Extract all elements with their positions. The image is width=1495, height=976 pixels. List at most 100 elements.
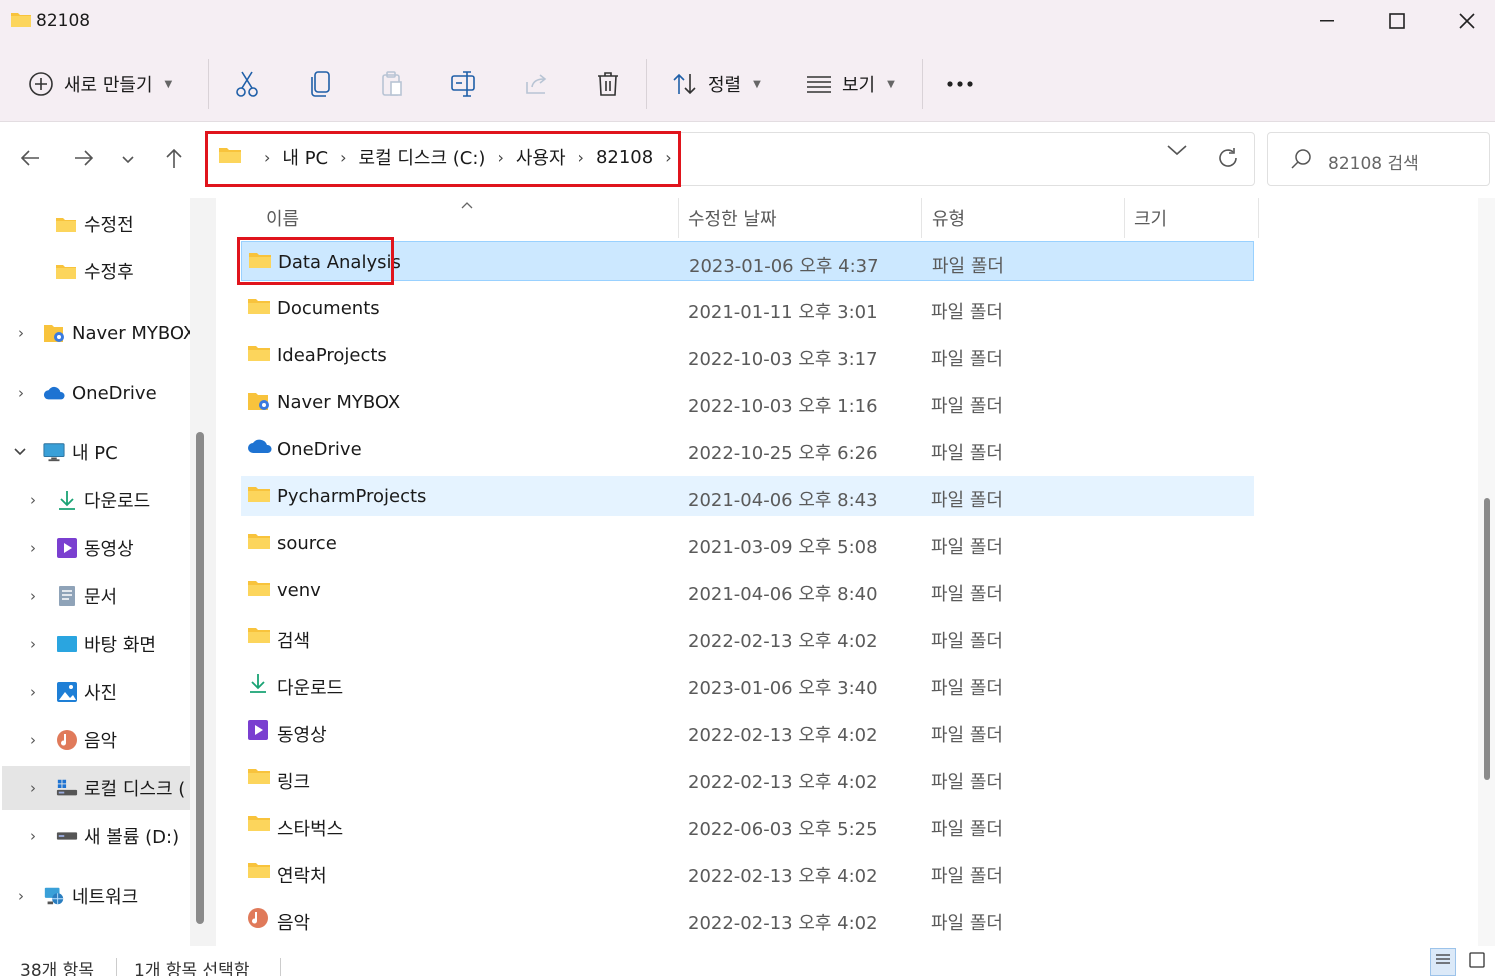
file-modified-date: 2022-10-25 오후 6:26 xyxy=(688,443,878,464)
file-row[interactable]: 동영상 2022-02-13 오후 4:02 파일 폴더 xyxy=(241,711,1254,751)
file-modified-date: 2023-01-06 오후 4:37 xyxy=(689,256,879,277)
file-list: 이름 수정한 날짜 유형 크기 Data Analysis 2023-01-06 … xyxy=(216,198,1478,946)
file-list-scrollbar-thumb[interactable] xyxy=(1484,498,1490,780)
desktop-icon xyxy=(56,633,78,655)
sidebar-item-pictures[interactable]: › 사진 xyxy=(0,670,188,714)
sidebar-item-downloads[interactable]: › 다운로드 xyxy=(0,478,188,522)
column-header-type[interactable]: 유형 xyxy=(932,198,965,238)
sidebar-item-label: 로컬 디스크 ( xyxy=(84,779,186,800)
drive-icon xyxy=(56,825,78,847)
sidebar-item-videos[interactable]: › 동영상 xyxy=(0,526,188,570)
scissors-icon xyxy=(234,70,260,98)
sidebar-item-local-disk[interactable]: › 로컬 디스크 ( xyxy=(2,766,190,810)
file-row[interactable]: 다운로드 2023-01-06 오후 3:40 파일 폴더 xyxy=(241,664,1254,704)
column-divider[interactable] xyxy=(678,198,679,238)
back-button[interactable] xyxy=(12,142,48,178)
up-button[interactable] xyxy=(156,142,192,178)
paste-button[interactable] xyxy=(380,64,404,104)
folder-icon xyxy=(247,625,271,647)
toolbar-divider xyxy=(646,59,647,109)
file-row[interactable]: 링크 2022-02-13 오후 4:02 파일 폴더 xyxy=(241,758,1254,798)
sidebar-item-music[interactable]: › 음악 xyxy=(0,718,188,762)
sidebar-item-onedrive[interactable]: › OneDrive xyxy=(0,371,188,415)
file-row[interactable]: OneDrive 2022-10-25 오후 6:26 파일 폴더 xyxy=(241,429,1254,469)
sidebar-item-network[interactable]: › 네트워크 xyxy=(0,874,188,918)
file-row[interactable]: 스타벅스 2022-06-03 오후 5:25 파일 폴더 xyxy=(241,805,1254,845)
sidebar-item-naver-mybox[interactable]: › Naver MYBOX xyxy=(0,311,190,355)
file-row[interactable]: IdeaProjects 2022-10-03 오후 3:17 파일 폴더 xyxy=(241,335,1254,375)
column-divider[interactable] xyxy=(921,198,922,238)
share-icon xyxy=(524,72,550,96)
close-button[interactable] xyxy=(1432,0,1495,42)
share-button[interactable] xyxy=(524,64,550,104)
folder-icon xyxy=(247,296,271,318)
file-name: 검색 xyxy=(277,631,311,652)
file-explorer-window: 82108 새로 만들기 ▼ 정렬 ▼ 보기 ▼ › 내 PC › 로컬 디스크… xyxy=(0,0,1495,976)
file-modified-date: 2022-02-13 오후 4:02 xyxy=(688,866,878,887)
new-button[interactable]: 새로 만들기 ▼ xyxy=(28,64,172,104)
view-button[interactable]: 보기 ▼ xyxy=(806,64,895,104)
sort-button[interactable]: 정렬 ▼ xyxy=(672,64,761,104)
file-row[interactable]: source 2021-03-09 오후 5:08 파일 폴더 xyxy=(241,523,1254,563)
column-header-size[interactable]: 크기 xyxy=(1134,198,1167,238)
download-icon xyxy=(247,672,271,694)
file-modified-date: 2021-03-09 오후 5:08 xyxy=(688,537,878,558)
file-highlight-box xyxy=(237,237,394,285)
sidebar-item-desktop[interactable]: › 바탕 화면 xyxy=(0,622,188,666)
chevron-down-icon: ▼ xyxy=(164,78,173,90)
plus-circle-icon xyxy=(28,71,54,97)
file-row[interactable]: PycharmProjects 2021-04-06 오후 8:43 파일 폴더 xyxy=(241,476,1254,516)
status-divider xyxy=(116,958,117,976)
file-type: 파일 폴더 xyxy=(931,490,1003,511)
column-header-name[interactable]: 이름 xyxy=(266,198,299,238)
file-modified-date: 2021-04-06 오후 8:43 xyxy=(688,490,878,511)
more-icon xyxy=(946,80,974,88)
file-row[interactable]: 검색 2022-02-13 오후 4:02 파일 폴더 xyxy=(241,617,1254,657)
large-icons-view-button[interactable] xyxy=(1464,948,1490,976)
sort-button-label: 정렬 xyxy=(708,75,742,96)
refresh-button[interactable] xyxy=(1216,146,1240,175)
file-row[interactable]: 음악 2022-02-13 오후 4:02 파일 폴더 xyxy=(241,899,1254,939)
search-input[interactable]: 82108 검색 xyxy=(1328,149,1419,174)
video-icon xyxy=(56,537,78,559)
rename-button[interactable] xyxy=(450,64,478,104)
sidebar-item-my-pc[interactable]: 내 PC xyxy=(0,430,188,474)
file-list-scrollbar[interactable] xyxy=(1478,198,1495,946)
address-history-button[interactable] xyxy=(1166,142,1188,162)
file-row[interactable]: 연락처 2022-02-13 오후 4:02 파일 폴더 xyxy=(241,852,1254,892)
more-options-button[interactable] xyxy=(946,64,974,104)
file-row[interactable]: venv 2021-04-06 오후 8:40 파일 폴더 xyxy=(241,570,1254,610)
file-type: 파일 폴더 xyxy=(931,913,1003,934)
file-modified-date: 2022-06-03 오후 5:25 xyxy=(688,819,878,840)
sidebar-item-new-volume[interactable]: › 새 볼륨 (D:) xyxy=(0,814,188,858)
arrow-right-icon xyxy=(74,149,94,172)
sidebar-item-before-edit[interactable]: 수정전 xyxy=(0,202,188,246)
navigation-pane: 수정전 수정후 › Naver MYBOX › OneDrive 내 PC › … xyxy=(0,198,190,946)
column-header-date[interactable]: 수정한 날짜 xyxy=(688,198,777,238)
folder-icon xyxy=(55,260,77,282)
mybox-folder-icon xyxy=(43,322,65,344)
copy-button[interactable] xyxy=(309,64,333,104)
toolbar-divider xyxy=(208,59,209,109)
column-divider[interactable] xyxy=(1124,198,1125,238)
chevron-down-icon: ▼ xyxy=(753,78,761,90)
new-button-label: 새로 만들기 xyxy=(64,75,153,96)
recent-locations-button[interactable] xyxy=(110,142,146,178)
search-box[interactable]: 82108 검색 xyxy=(1267,132,1490,186)
cut-button[interactable] xyxy=(234,64,260,104)
file-name: venv xyxy=(277,580,321,601)
sidebar-item-documents[interactable]: › 문서 xyxy=(0,574,188,618)
forward-button[interactable] xyxy=(66,142,102,178)
file-row[interactable]: Documents 2021-01-11 오후 3:01 파일 폴더 xyxy=(241,288,1254,328)
sidebar-item-after-edit[interactable]: 수정후 xyxy=(0,249,188,293)
minimize-button[interactable] xyxy=(1292,0,1362,42)
file-row[interactable]: Naver MYBOX 2022-10-03 오후 1:16 파일 폴더 xyxy=(241,382,1254,422)
maximize-button[interactable] xyxy=(1362,0,1432,42)
sidebar-scrollbar-thumb[interactable] xyxy=(196,432,204,924)
file-type: 파일 폴더 xyxy=(931,819,1003,840)
file-type: 파일 폴더 xyxy=(931,584,1003,605)
delete-button[interactable] xyxy=(596,64,620,104)
refresh-icon xyxy=(1216,148,1240,175)
column-divider[interactable] xyxy=(1258,198,1259,238)
details-view-button[interactable] xyxy=(1430,948,1456,976)
